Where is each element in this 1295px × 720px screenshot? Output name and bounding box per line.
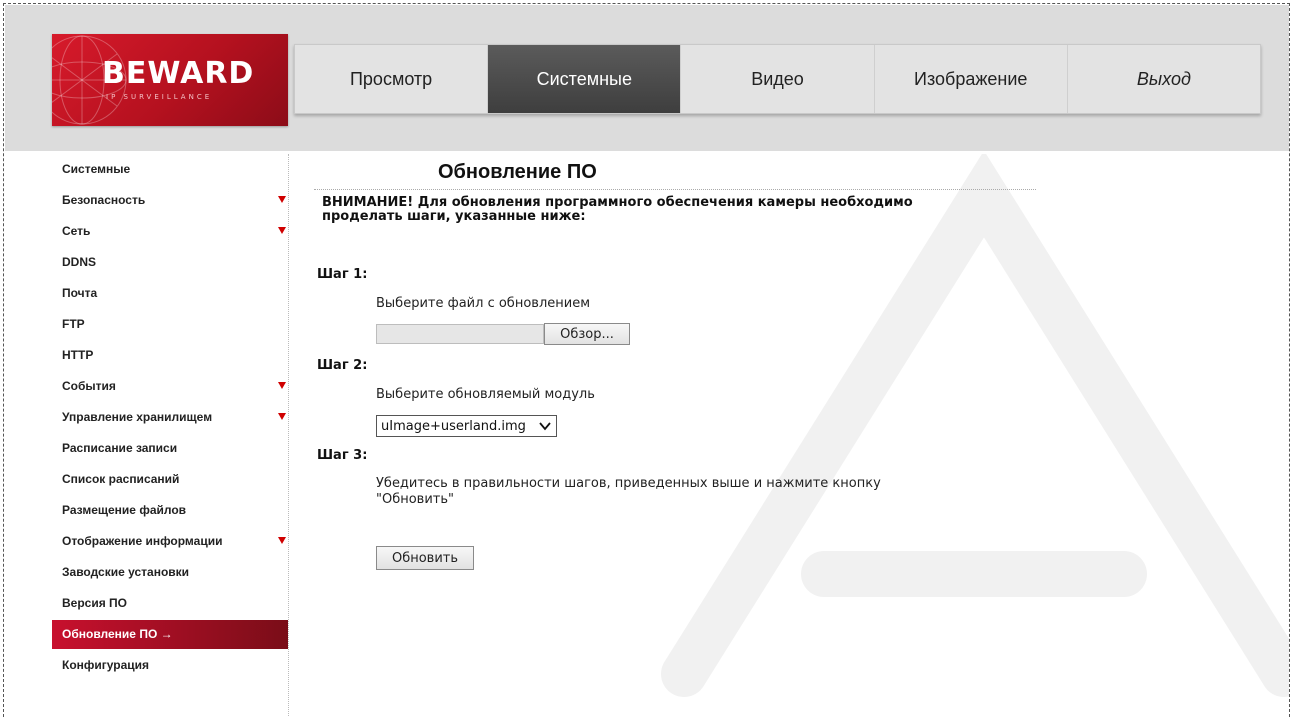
chevron-down-icon [539, 422, 551, 431]
tab-image[interactable]: Изображение [875, 45, 1068, 113]
step3-label: Шаг 3: [317, 448, 368, 463]
browse-button[interactable]: Обзор... [544, 323, 630, 345]
sidebar-item-label: Управление хранилищем [62, 410, 213, 424]
sidebar-item-label: Сеть [62, 224, 91, 238]
tab-video[interactable]: Видео [681, 45, 875, 113]
step3-instruction: Убедитесь в правильности шагов, приведен… [376, 476, 936, 508]
sidebar-item-record-schedule[interactable]: Расписание записи [52, 433, 288, 464]
step2-label: Шаг 2: [317, 358, 368, 373]
file-path-field[interactable] [376, 324, 544, 344]
logo-tagline: IP SURVEILLANCE [106, 93, 213, 101]
sidebar-item-label: Версия ПО [62, 596, 128, 610]
sidebar-item-label: HTTP [62, 348, 94, 362]
expand-arrow-icon [278, 537, 286, 544]
sidebar-item-file-placement[interactable]: Размещение файлов [52, 495, 288, 526]
sidebar-item-firmware-update[interactable]: Обновление ПО → [52, 620, 288, 649]
logo-brand: BEWARD [102, 56, 255, 91]
sidebar-item-system[interactable]: Системные [52, 154, 288, 185]
expand-arrow-icon [278, 196, 286, 203]
sidebar-item-events[interactable]: События [52, 371, 288, 402]
warning-line-1: ВНИМАНИЕ! Для обновления программного об… [322, 195, 913, 210]
sidebar-item-mail[interactable]: Почта [52, 278, 288, 309]
step3-instruction-line-2: "Обновить" [376, 492, 455, 507]
sidebar-item-factory-defaults[interactable]: Заводские установки [52, 557, 288, 588]
warning-text: ВНИМАНИЕ! Для обновления программного об… [322, 196, 1022, 224]
sidebar-item-ftp[interactable]: FTP [52, 309, 288, 340]
page-title: Обновление ПО [438, 161, 597, 183]
sidebar-item-firmware-version[interactable]: Версия ПО [52, 588, 288, 619]
sidebar-item-label: События [62, 379, 116, 393]
expand-arrow-icon [278, 382, 286, 389]
sidebar-item-info-display[interactable]: Отображение информации [52, 526, 288, 557]
sidebar-item-configuration[interactable]: Конфигурация [52, 650, 288, 681]
sidebar-item-label: Заводские установки [62, 565, 190, 579]
warning-line-2: проделать шаги, указанные ниже: [322, 209, 586, 224]
watermark-logo [661, 154, 1289, 697]
title-divider [314, 189, 1036, 190]
module-select[interactable]: uImage+userland.img [376, 415, 557, 437]
sidebar-item-label: Список расписаний [62, 472, 180, 486]
sidebar-item-label: Почта [62, 286, 98, 300]
expand-arrow-icon [278, 413, 286, 420]
sidebar-item-http[interactable]: HTTP [52, 340, 288, 371]
sidebar-item-schedule-list[interactable]: Список расписаний [52, 464, 288, 495]
sidebar-item-label: FTP [62, 317, 85, 331]
sidebar: Системные Безопасность Сеть DDNS Почта F… [52, 154, 289, 717]
step1-label: Шаг 1: [317, 267, 368, 282]
sidebar-item-label: Обновление ПО → [62, 627, 173, 641]
sidebar-item-label: Безопасность [62, 193, 146, 207]
sidebar-item-label: Отображение информации [62, 534, 223, 548]
expand-arrow-icon [278, 227, 286, 234]
sidebar-item-label: Размещение файлов [62, 503, 187, 517]
tab-view[interactable]: Просмотр [295, 45, 489, 113]
file-picker: Обзор... [376, 323, 630, 345]
sidebar-item-storage[interactable]: Управление хранилищем [52, 402, 288, 433]
top-nav: Просмотр Системные Видео Изображение Вых… [294, 44, 1261, 114]
sidebar-item-network[interactable]: Сеть [52, 216, 288, 247]
sidebar-item-ddns[interactable]: DDNS [52, 247, 288, 278]
page-frame: BEWARD IP SURVEILLANCE Просмотр Системны… [3, 3, 1290, 717]
step1-instruction: Выберите файл с обновлением [376, 296, 590, 311]
update-button[interactable]: Обновить [376, 546, 474, 570]
step3-instruction-line-1: Убедитесь в правильности шагов, приведен… [376, 476, 881, 491]
tab-system[interactable]: Системные [488, 45, 682, 113]
module-select-value: uImage+userland.img [381, 418, 526, 434]
sidebar-item-label: DDNS [62, 255, 97, 269]
beward-logo[interactable]: BEWARD IP SURVEILLANCE [52, 34, 288, 126]
sidebar-item-label: Конфигурация [62, 658, 150, 672]
sidebar-item-label: Системные [62, 162, 131, 176]
step2-instruction: Выберите обновляемый модуль [376, 387, 595, 402]
tab-logout[interactable]: Выход [1068, 45, 1260, 113]
sidebar-item-security[interactable]: Безопасность [52, 185, 288, 216]
sidebar-item-label: Расписание записи [62, 441, 178, 455]
